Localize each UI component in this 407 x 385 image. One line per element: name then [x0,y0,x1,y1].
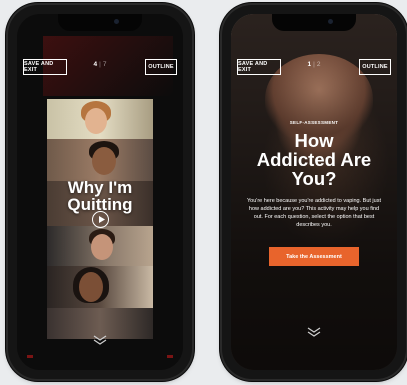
page-title-line2: Addicted Are [256,149,372,170]
take-assessment-button[interactable]: Take the Assessment [269,247,359,266]
page-title: How Addicted Are You? [231,131,397,188]
page-separator: | [99,61,101,68]
screen-why-im-quitting: SAVE AND EXIT 4 | 7 OUTLINE Why I'm Quit… [17,14,183,370]
save-and-exit-button[interactable]: SAVE AND EXIT [237,59,281,75]
top-bar: SAVE AND EXIT 4 | 7 OUTLINE [23,59,177,75]
page-indicator: 4 | 7 [94,61,107,68]
person-face [91,234,113,260]
page-separator: | [313,61,315,68]
phone-right: SAVE AND EXIT 1 | 2 OUTLINE SELF-ASSESSMEN… [222,5,406,379]
page-indicator: 1 | 2 [308,61,321,68]
double-chevron-down-icon[interactable] [307,324,321,342]
page-title-line1: How [294,130,334,151]
outline-button[interactable]: OUTLINE [145,59,177,75]
collage-title-line1: Why I'm [67,178,133,197]
outline-button[interactable]: OUTLINE [359,59,391,75]
save-and-exit-button[interactable]: SAVE AND EXIT [23,59,67,75]
collage-photo-2 [47,139,153,181]
phone-notch [272,14,356,31]
page-total: 2 [316,61,321,68]
page-current: 1 [307,61,312,68]
double-chevron-down-icon[interactable] [93,332,107,350]
camera-icon [114,19,119,24]
intro-text: You're here because you're addicted to v… [247,198,381,228]
phone-left: SAVE AND EXIT 4 | 7 OUTLINE Why I'm Quit… [8,5,192,379]
phone-notch [58,14,142,31]
collage-photo-4 [47,226,153,266]
page-title-line3: You? [291,168,337,189]
play-circle-icon[interactable] [92,211,109,228]
person-face [79,272,103,302]
edge-accent-left [27,355,33,358]
collage-title: Why I'm Quitting [47,179,153,213]
top-bar: SAVE AND EXIT 1 | 2 OUTLINE [237,59,391,75]
video-collage[interactable]: Why I'm Quitting [47,99,153,339]
collage-photo-5 [47,266,153,308]
page-current: 4 [93,61,98,68]
person-face [92,147,116,175]
person-face [85,108,107,134]
page-total: 7 [102,61,107,68]
screen-self-assessment: SAVE AND EXIT 1 | 2 OUTLINE SELF-ASSESSMEN… [231,14,397,370]
collage-photo-1 [47,99,153,139]
camera-icon [328,19,333,24]
section-eyebrow: SELF-ASSESSMENT [289,120,339,125]
edge-accent-right [167,355,173,358]
